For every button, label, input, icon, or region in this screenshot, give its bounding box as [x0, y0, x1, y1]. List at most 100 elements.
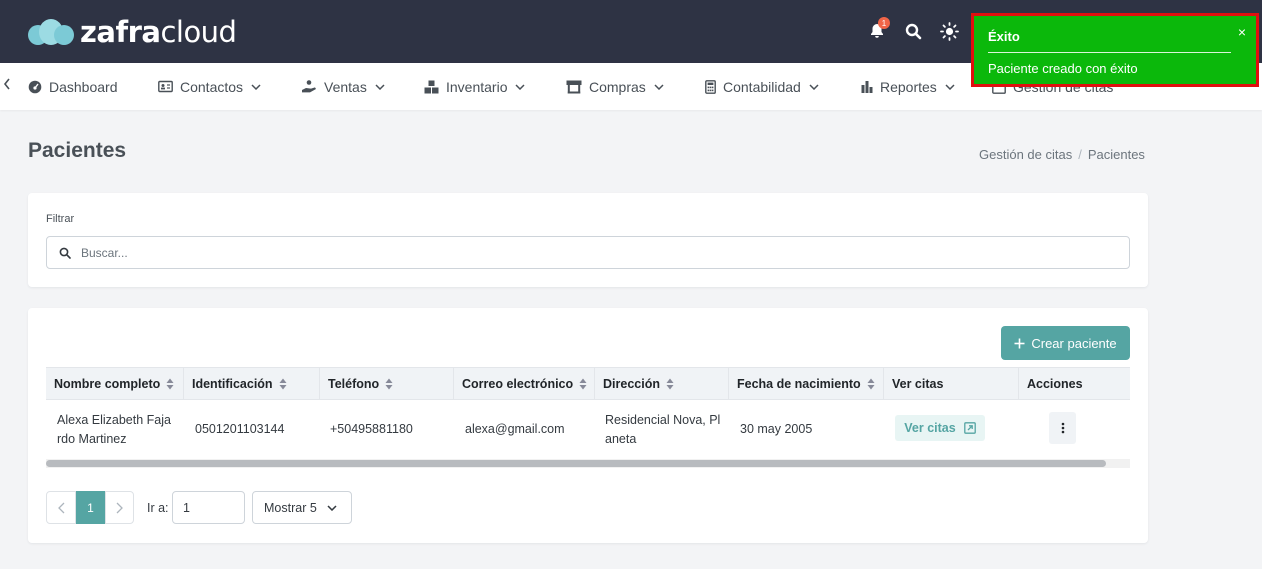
column-header-correo[interactable]: Correo electrónico	[454, 368, 595, 400]
nav-item-contabilidad[interactable]: Contabilidad	[705, 63, 819, 110]
ver-citas-label: Ver citas	[904, 421, 956, 435]
toast-title: Éxito	[988, 29, 1020, 44]
page-button-current[interactable]: 1	[76, 491, 105, 524]
column-label: Fecha de nacimiento	[737, 377, 861, 391]
column-header-fecha-nacimiento[interactable]: Fecha de nacimiento	[729, 368, 884, 400]
toast-message: Paciente creado con éxito	[988, 61, 1138, 76]
nav-item-compras[interactable]: Compras	[566, 63, 664, 110]
contact-card-icon	[158, 80, 173, 93]
brand-name: zafracloud	[80, 15, 237, 49]
theme-toggle-button[interactable]	[938, 20, 960, 42]
nav-item-dashboard[interactable]: Dashboard	[28, 63, 118, 110]
cell-nombre: Alexa Elizabeth Faja rdo Martinez	[57, 400, 182, 459]
more-vertical-icon	[1061, 422, 1064, 434]
column-label: Acciones	[1027, 377, 1083, 391]
nav-item-inventario[interactable]: Inventario	[424, 63, 526, 110]
cell-identificacion: 0501201103144	[195, 422, 285, 436]
column-header-nombre[interactable]: Nombre completo	[46, 368, 184, 400]
breadcrumb-separator: /	[1078, 147, 1082, 162]
horizontal-scrollbar[interactable]	[46, 459, 1130, 468]
chevron-down-icon	[654, 83, 664, 90]
next-page-button[interactable]	[105, 491, 134, 524]
column-header-ver-citas: Ver citas	[884, 368, 1019, 400]
sort-icon	[166, 378, 174, 390]
search-box[interactable]	[46, 236, 1130, 269]
patients-table-card: Crear paciente Nombre completo Identific…	[28, 308, 1148, 543]
cell-text: Residencial Nova, Pl	[605, 412, 721, 427]
calculator-icon	[705, 79, 716, 94]
cell-correo: alexa@gmail.com	[465, 422, 565, 436]
filter-label: Filtrar	[46, 213, 75, 225]
sun-icon	[939, 21, 959, 41]
column-header-direccion[interactable]: Dirección	[595, 368, 729, 400]
column-label: Identificación	[192, 377, 273, 391]
search-button[interactable]	[902, 20, 924, 42]
chevron-down-icon	[945, 83, 955, 90]
nav-label: Dashboard	[49, 78, 118, 95]
brand-logo[interactable]: zafracloud	[28, 15, 237, 49]
nav-label: Compras	[589, 78, 646, 95]
goto-label: Ir a:	[147, 501, 169, 515]
nav-item-contactos[interactable]: Contactos	[158, 63, 261, 110]
nav-item-ventas[interactable]: Ventas	[301, 63, 385, 110]
pagination: 1	[46, 491, 134, 524]
filter-card: Filtrar	[28, 193, 1148, 287]
search-icon	[59, 247, 71, 259]
cell-text: Alexa Elizabeth Faja	[57, 412, 171, 427]
chevron-down-icon	[251, 83, 261, 90]
breadcrumb-item-pacientes: Pacientes	[1087, 147, 1145, 162]
nav-label: Reportes	[880, 78, 937, 95]
nav-scroll-left-icon[interactable]	[3, 77, 15, 95]
page-title: Pacientes	[28, 139, 127, 162]
chevron-down-icon	[375, 83, 385, 90]
external-link-icon	[963, 422, 976, 434]
create-patient-label: Crear paciente	[1031, 335, 1117, 351]
column-header-acciones: Acciones	[1019, 368, 1130, 400]
sort-icon	[666, 378, 674, 390]
column-header-identificacion[interactable]: Identificación	[184, 368, 320, 400]
column-label: Teléfono	[328, 377, 380, 391]
chevron-right-icon	[116, 502, 123, 513]
chevron-down-icon	[515, 83, 526, 90]
breadcrumb-item-gestion-citas[interactable]: Gestión de citas	[979, 147, 1072, 162]
store-icon	[566, 80, 582, 93]
column-label: Nombre completo	[54, 377, 161, 391]
sort-icon	[867, 378, 875, 390]
ver-citas-button[interactable]: Ver citas	[895, 415, 985, 441]
column-header-telefono[interactable]: Teléfono	[320, 368, 454, 400]
cell-direccion: Residencial Nova, Pl aneta	[605, 400, 725, 459]
page-size-select[interactable]: Mostrar 5	[252, 491, 352, 524]
nav-item-reportes[interactable]: Reportes	[861, 63, 955, 110]
dashboard-icon	[28, 80, 42, 93]
create-patient-button[interactable]: Crear paciente	[1001, 326, 1130, 360]
column-label: Correo electrónico	[462, 377, 574, 391]
cell-text: aneta	[605, 431, 637, 446]
nav-label: Ventas	[324, 78, 367, 95]
row-actions-button[interactable]	[1049, 412, 1076, 444]
boxes-icon	[424, 80, 439, 93]
prev-page-button[interactable]	[46, 491, 76, 524]
cell-text: rdo Martinez	[57, 431, 127, 446]
sort-icon	[579, 378, 587, 390]
sort-icon	[279, 378, 287, 390]
notifications-button[interactable]: 1	[866, 17, 890, 42]
nav-label: Contabilidad	[723, 78, 801, 95]
nav-label: Contactos	[180, 78, 244, 95]
cell-telefono: +50495881180	[330, 422, 413, 436]
sales-hand-icon	[302, 80, 316, 93]
cell-fecha-nacimiento: 30 may 2005	[740, 422, 813, 436]
sort-icon	[385, 378, 393, 390]
scrollbar-thumb[interactable]	[46, 460, 1106, 467]
table-row: Alexa Elizabeth Faja rdo Martinez 0501201…	[46, 400, 1130, 459]
chevron-down-icon	[327, 504, 337, 511]
column-label: Ver citas	[892, 377, 944, 391]
toast-divider	[988, 52, 1231, 53]
chevron-left-icon	[57, 502, 64, 513]
search-input[interactable]	[81, 245, 1055, 260]
toast-close-icon[interactable]: ×	[1238, 24, 1246, 40]
breadcrumb: Gestión de citas / Pacientes	[979, 147, 1145, 162]
bar-chart-icon	[861, 81, 873, 93]
table-header: Nombre completo Identificación Teléfono …	[46, 367, 1130, 400]
notification-badge: 1	[878, 17, 890, 29]
goto-page-input[interactable]	[172, 491, 245, 524]
